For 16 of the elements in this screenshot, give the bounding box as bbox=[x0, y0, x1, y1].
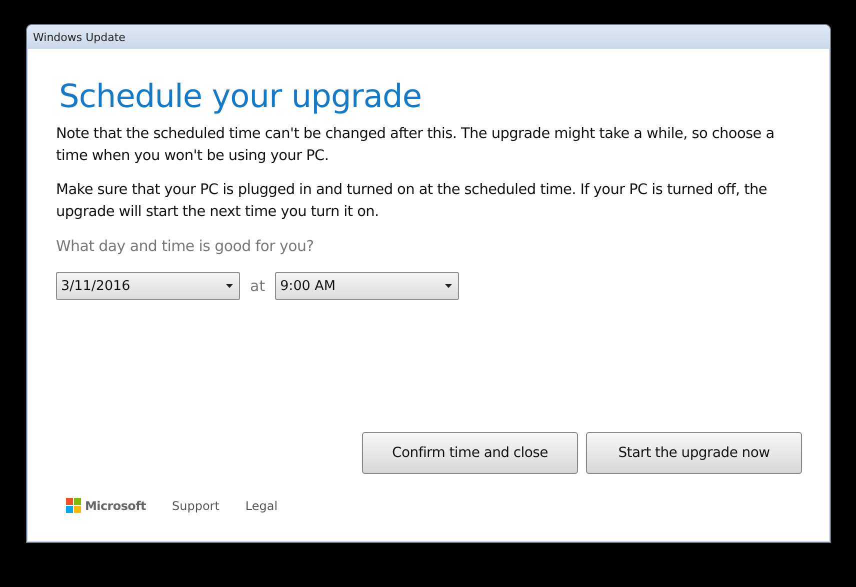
paragraph: Note that the scheduled time can't be changed after this. The upgrade might take a while, so choose a time when you won't be using your PC. bbox=[56, 125, 776, 166]
time-dropdown[interactable]: 9:00 AM bbox=[275, 272, 460, 300]
question-label: What day and time is good for you? bbox=[56, 237, 315, 255]
caret-icon bbox=[445, 284, 452, 288]
footer-link[interactable]: Support bbox=[172, 498, 220, 512]
paragraph: Make sure that your PC is plugged in and turned on at the scheduled time. If your PC is turned off, the upgrade will start the next time you turn it on. bbox=[56, 181, 768, 222]
start-upgrade-button[interactable]: Start the upgrade now bbox=[586, 432, 802, 474]
logo-icon bbox=[66, 498, 81, 513]
caret-icon bbox=[226, 284, 233, 288]
at-label: at bbox=[250, 277, 266, 295]
heading: Schedule your upgrade bbox=[59, 77, 423, 115]
brand-name: Microsoft bbox=[85, 498, 146, 512]
footer-link[interactable]: Legal bbox=[245, 498, 278, 512]
confirm-button[interactable]: Confirm time and close bbox=[362, 432, 578, 474]
date-dropdown[interactable]: 3/11/2016 bbox=[56, 272, 240, 300]
window-title: Windows Update bbox=[33, 30, 126, 44]
